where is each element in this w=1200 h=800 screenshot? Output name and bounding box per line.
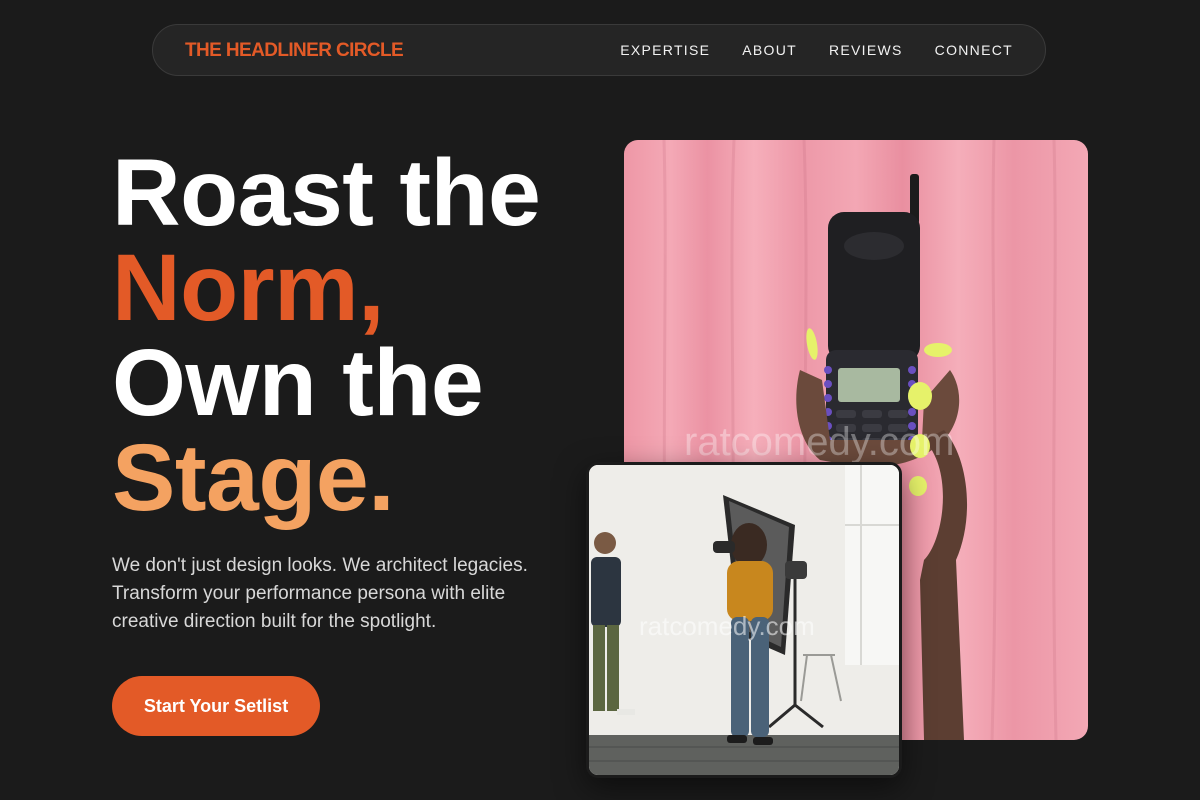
nav-link-about[interactable]: ABOUT (742, 42, 797, 58)
nav-link-reviews[interactable]: REVIEWS (829, 42, 903, 58)
brand-logo[interactable]: THE HEADLINER CIRCLE (185, 40, 404, 62)
headline-line-4: Stage. (112, 425, 395, 531)
hero-subtitle: We don't just design looks. We architect… (112, 555, 528, 632)
hero-headline: Roast the Norm, Own the Stage. (112, 140, 541, 531)
nav-links: EXPERTISE ABOUT REVIEWS CONNECT (620, 42, 1013, 58)
headline-line-1: Roast the (112, 140, 541, 246)
page: THE HEADLINER CIRCLE EXPERTISE ABOUT REV… (0, 0, 1200, 800)
start-setlist-button[interactable]: Start Your Setlist (112, 676, 320, 736)
hero-image-photoshoot: ratcomedy.com (586, 462, 902, 778)
headline-line-3: Own the (112, 330, 484, 436)
nav-link-connect[interactable]: CONNECT (935, 42, 1013, 58)
nav-link-expertise[interactable]: EXPERTISE (620, 42, 710, 58)
watermark-text-secondary: ratcomedy.com (639, 611, 815, 641)
top-nav: THE HEADLINER CIRCLE EXPERTISE ABOUT REV… (152, 24, 1046, 76)
watermark-text: ratcomedy.com (684, 420, 955, 464)
headline-line-2: Norm, (112, 235, 384, 341)
